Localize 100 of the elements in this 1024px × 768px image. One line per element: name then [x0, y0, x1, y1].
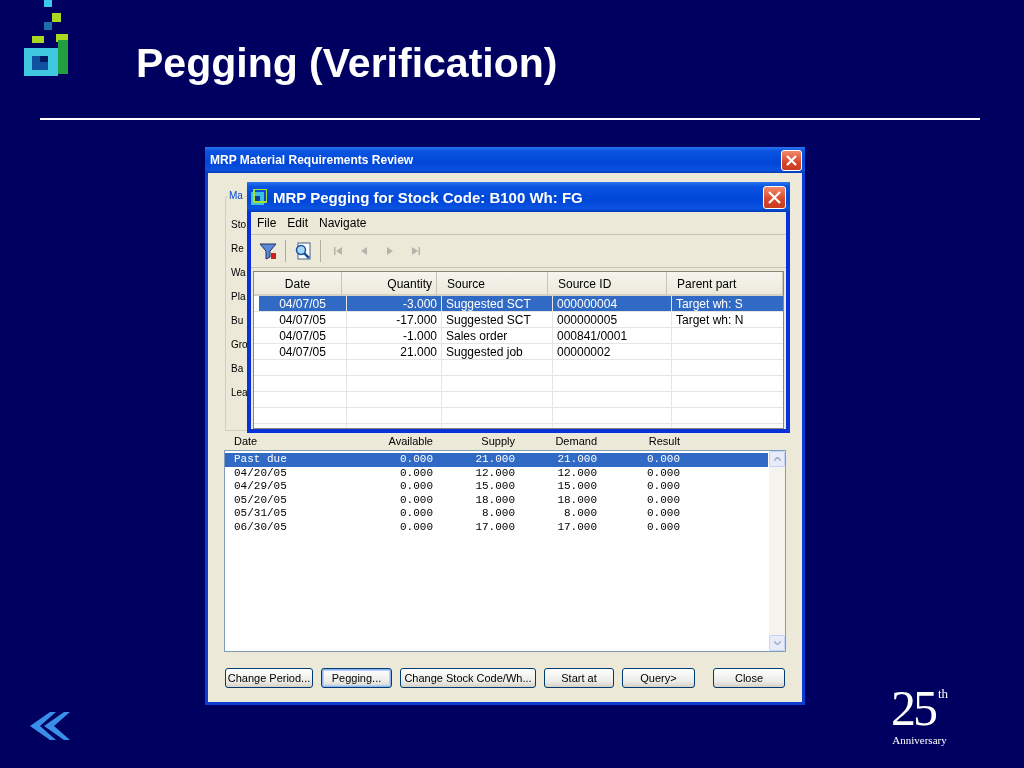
table-cell-text: 18.000 — [556, 493, 597, 508]
dialog-button[interactable]: Query> — [622, 668, 695, 688]
field-label: Wa — [231, 266, 246, 280]
table-cell-text: 8.000 — [481, 507, 515, 521]
field-label: Bu — [231, 314, 244, 328]
search-icon[interactable] — [293, 241, 313, 261]
table-cell-text: 04/29/05 — [234, 480, 288, 494]
table-row[interactable]: 04/20/05 0.000 12.000 12.000 0.000 — [225, 466, 768, 481]
table-cell: -17.000 — [347, 312, 442, 328]
table-cell-text: 8.000 — [563, 507, 597, 521]
field-label: Pla — [231, 290, 246, 304]
table-cell: Suggested SCT — [442, 296, 553, 312]
slide-title: Pegging (Verification) — [136, 40, 558, 87]
anniversary-suffix: th — [937, 686, 949, 702]
column-header[interactable]: Parent part — [667, 272, 783, 296]
table-row[interactable]: 04/29/05 0.000 15.000 15.000 0.000 — [225, 480, 768, 494]
scroll-down-button[interactable] — [769, 635, 785, 651]
table-row[interactable]: 04/07/05 21.000 Suggested job 00000002 — [259, 344, 783, 360]
table-cell-text: 0.000 — [399, 520, 433, 535]
menu-item[interactable]: Navigate — [319, 216, 367, 230]
table-cell-text: 0.000 — [646, 520, 680, 535]
field-label: Lea — [231, 386, 248, 400]
column-header: Result — [647, 435, 680, 447]
table-cell-text: 15.000 — [474, 480, 515, 494]
table-cell: -3.000 — [347, 296, 442, 312]
table-cell-text: 0.000 — [646, 507, 680, 521]
scrollbar[interactable] — [769, 451, 785, 651]
table-row[interactable]: Past due 0.000 21.000 21.000 0.000 — [225, 453, 768, 467]
table-cell: 04/07/05 — [259, 296, 347, 312]
table-cell-text: 06/30/05 — [234, 520, 288, 535]
window-title: MRP Material Requirements Review — [210, 153, 415, 167]
menu-item[interactable]: File — [257, 216, 277, 230]
table-cell: 04/07/05 — [259, 328, 347, 344]
column-header[interactable]: Quantity — [342, 272, 437, 296]
filter-icon[interactable] — [258, 241, 278, 261]
column-header: Supply — [480, 435, 515, 447]
table-cell: Target wh: S — [672, 296, 783, 312]
table-cell-text: 05/20/05 — [234, 493, 288, 508]
dialog-button[interactable]: Change Stock Code/Wh... — [400, 668, 536, 688]
table-cell-text: 21.000 — [556, 453, 597, 467]
table-row[interactable]: 04/07/05 -3.000 Suggested SCT 000000004 Target wh: S — [259, 296, 783, 312]
table-cell: Suggested job — [442, 344, 553, 360]
column-header: Date — [234, 435, 259, 447]
table-cell: 00000002 — [553, 344, 672, 360]
close-button[interactable] — [781, 149, 802, 171]
table-cell-text: 04/20/05 — [234, 466, 288, 481]
table-cell-text: 17.000 — [474, 520, 515, 535]
table-row[interactable]: 06/30/05 0.000 17.000 17.000 0.000 — [225, 520, 768, 535]
table-cell-text: 12.000 — [556, 466, 597, 481]
field-label: Gro — [231, 338, 248, 352]
menu-item[interactable]: Edit — [287, 216, 309, 230]
table-cell-text: 0.000 — [399, 480, 433, 494]
column-header[interactable]: Date — [254, 272, 342, 296]
table-row[interactable]: 04/07/05 -1.000 Sales order 000841/0001 — [259, 328, 783, 344]
column-header[interactable]: Source ID — [548, 272, 667, 296]
table-cell-text: 15.000 — [556, 480, 597, 494]
dialog-button[interactable]: Close — [713, 668, 785, 688]
table-cell: 000841/0001 — [553, 328, 672, 344]
close-icon — [767, 189, 782, 205]
table-cell-text: 0.000 — [399, 466, 433, 481]
table-cell: 04/07/05 — [259, 344, 347, 360]
dialog-button[interactable]: Change Period... — [225, 668, 313, 688]
table-cell-text: 18.000 — [474, 493, 515, 508]
table-cell: Target wh: N — [672, 312, 783, 328]
back-arrow-icon[interactable] — [30, 712, 70, 740]
window-title: MRP Pegging for Stock Code: B100 Wh: FG — [273, 188, 584, 206]
scroll-up-button[interactable] — [769, 451, 785, 467]
table-cell-text: 0.000 — [646, 493, 680, 508]
field-label: Ba — [231, 362, 244, 376]
anniversary-number: 25 — [890, 686, 935, 730]
column-header[interactable]: Source — [437, 272, 548, 296]
table-cell-text: 0.000 — [646, 466, 680, 481]
table-cell-text: 12.000 — [474, 466, 515, 481]
table-cell-text: 21.000 — [474, 453, 515, 467]
field-label: Re — [231, 242, 244, 256]
anniversary-caption: Anniversary — [891, 734, 948, 746]
window-icon — [251, 189, 267, 205]
table-cell-text: 0.000 — [646, 453, 680, 467]
table-row[interactable]: 05/20/05 0.000 18.000 18.000 0.000 — [225, 493, 768, 508]
table-cell: 000000004 — [553, 296, 672, 312]
table-cell: 04/07/05 — [259, 312, 347, 328]
dialog-button[interactable]: Pegging... — [321, 668, 392, 688]
close-icon — [785, 153, 798, 167]
group-title: Ma — [228, 190, 244, 202]
column-header: Demand — [554, 435, 597, 447]
dialog-button[interactable]: Start at — [544, 668, 614, 688]
table-row[interactable]: 04/07/05 -17.000 Suggested SCT 000000005 Target wh: N — [259, 312, 783, 328]
table-cell: Suggested SCT — [442, 312, 553, 328]
close-button[interactable] — [763, 185, 786, 209]
table-cell: 000000005 — [553, 312, 672, 328]
table-cell-text: 0.000 — [399, 493, 433, 508]
table-cell-text: 0.000 — [399, 507, 433, 521]
table-row[interactable]: 05/31/05 0.000 8.000 8.000 0.000 — [225, 507, 768, 521]
column-header: Available — [387, 435, 433, 447]
table-cell-text: Past due — [234, 453, 288, 467]
table-cell: Sales order — [442, 328, 553, 344]
table-cell-text: 05/31/05 — [234, 507, 288, 521]
table-cell: 21.000 — [347, 344, 442, 360]
field-label: Sto — [231, 218, 246, 232]
table-cell-text: 17.000 — [556, 520, 597, 535]
